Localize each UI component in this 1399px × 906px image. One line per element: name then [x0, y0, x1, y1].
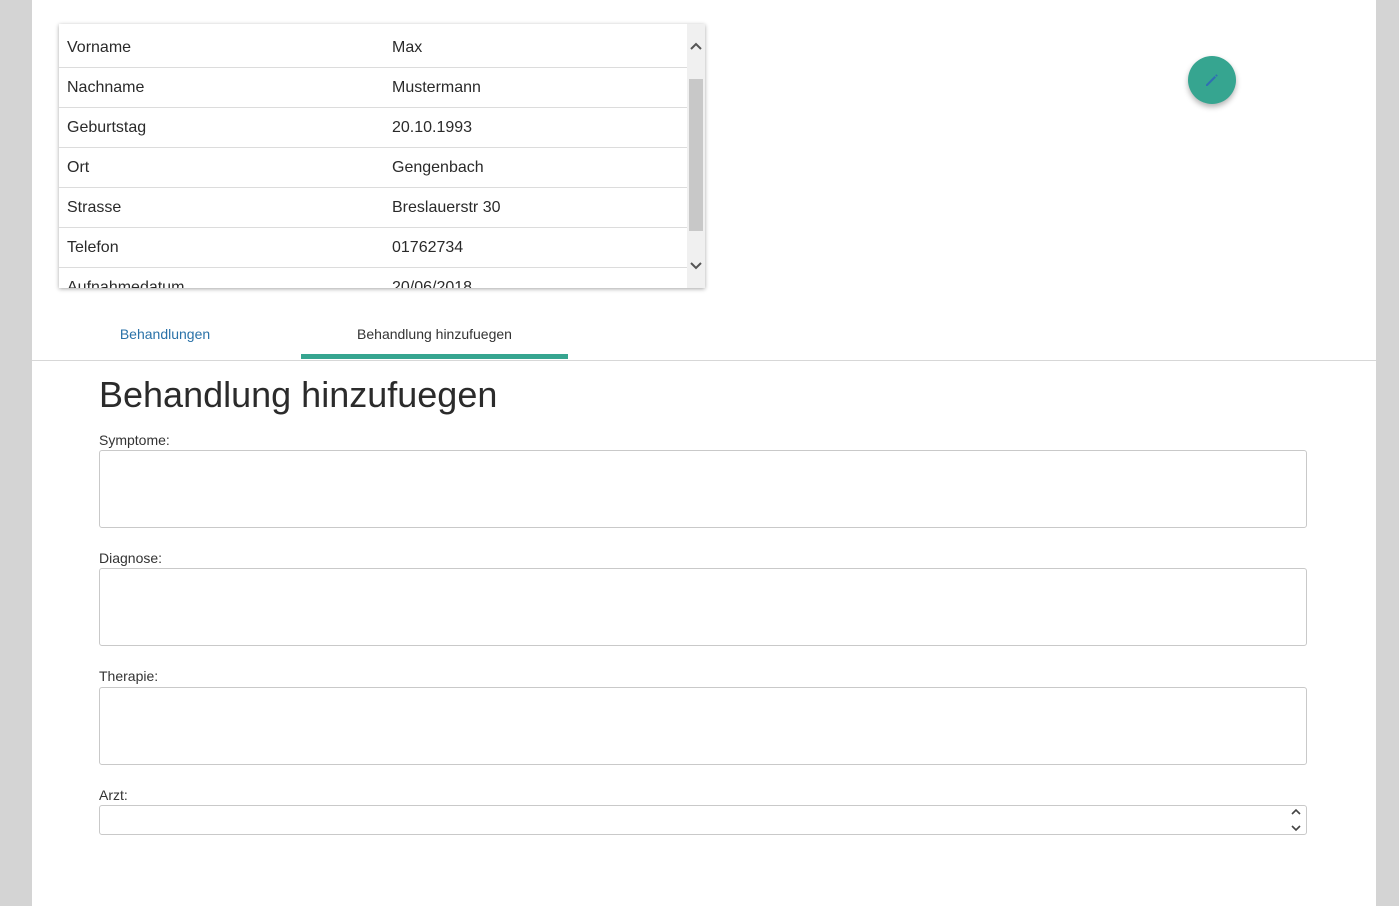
diagnose-field[interactable]: [99, 568, 1307, 646]
row-key: Strasse: [67, 198, 122, 216]
arzt-select[interactable]: [99, 805, 1307, 835]
scroll-down-icon[interactable]: [687, 256, 705, 276]
row-key: Nachname: [67, 78, 145, 96]
active-tab-indicator: [301, 354, 568, 359]
edit-button[interactable]: [1188, 56, 1236, 104]
select-spinner[interactable]: [1289, 808, 1303, 832]
therapie-field[interactable]: [99, 687, 1307, 765]
symptome-label: Symptome:: [99, 432, 170, 448]
table-row: Telefon 01762734: [59, 228, 687, 268]
row-value: Breslauerstr 30: [392, 198, 501, 216]
row-key: Telefon: [67, 238, 119, 256]
chevron-up-icon: [1291, 808, 1301, 815]
scroll-up-icon[interactable]: [687, 36, 705, 56]
row-value: 20/06/2018: [392, 278, 473, 289]
table-row: Ort Gengenbach: [59, 148, 687, 188]
patient-info-card: Vorname Max Nachname Mustermann Geburtst…: [59, 24, 705, 288]
row-key: Ort: [67, 158, 90, 176]
tab-behandlung-hinzufuegen[interactable]: Behandlung hinzufuegen: [301, 310, 568, 359]
page-title: Behandlung hinzufuegen: [99, 374, 498, 415]
table-row: Vorname Max: [59, 28, 687, 68]
tab-behandlungen[interactable]: Behandlungen: [70, 310, 260, 359]
arzt-label: Arzt:: [99, 787, 128, 803]
pencil-icon: [1206, 74, 1218, 86]
table-row: Strasse Breslauerstr 30: [59, 188, 687, 228]
diagnose-label: Diagnose:: [99, 550, 163, 566]
therapie-label: Therapie:: [99, 668, 159, 684]
symptome-field[interactable]: [99, 450, 1307, 528]
table-scrollbar[interactable]: [687, 24, 705, 288]
scrollbar-thumb[interactable]: [689, 79, 703, 231]
row-value: 20.10.1993: [392, 118, 473, 136]
row-key: Aufnahmedatum: [67, 278, 185, 289]
row-key: Vorname: [67, 38, 132, 56]
row-value: Mustermann: [392, 78, 481, 96]
tab-bar: Behandlungen Behandlung hinzufuegen: [32, 310, 1376, 361]
table-row: Geburtstag 20.10.1993: [59, 108, 687, 148]
table-row: Aufnahmedatum 20/06/2018: [59, 268, 687, 289]
table-row: Nachname Mustermann: [59, 68, 687, 108]
row-key: Geburtstag: [67, 118, 147, 136]
row-value: Gengenbach: [392, 158, 484, 176]
row-value: 01762734: [392, 238, 464, 256]
patient-info-table: Vorname Max Nachname Mustermann Geburtst…: [59, 28, 687, 288]
row-value: Max: [392, 38, 423, 56]
chevron-down-icon: [1291, 825, 1301, 832]
page-container: Vorname Max Nachname Mustermann Geburtst…: [32, 0, 1376, 906]
